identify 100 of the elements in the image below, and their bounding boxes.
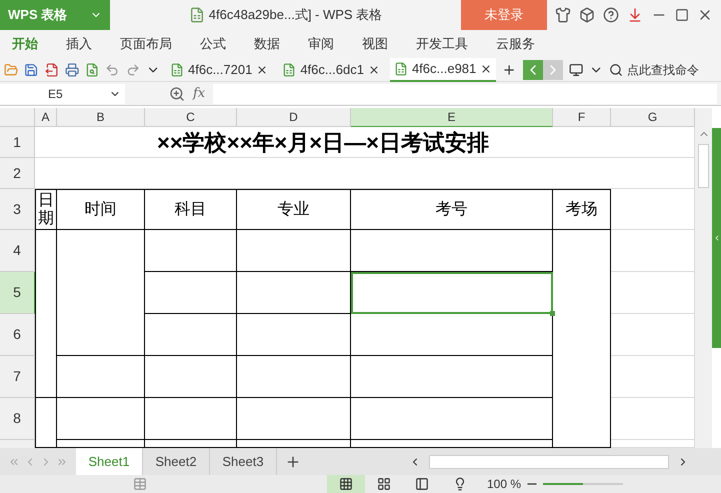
- maximize-icon[interactable]: [675, 8, 689, 22]
- table-cell[interactable]: [237, 398, 351, 440]
- download-icon[interactable]: [627, 7, 643, 23]
- zoom-level: 100 %: [487, 476, 522, 493]
- row-header[interactable]: 6: [0, 314, 35, 356]
- sheet-cell[interactable]: [611, 356, 695, 398]
- table-cell[interactable]: [57, 356, 145, 398]
- sheet-tab[interactable]: Sheet1: [76, 448, 143, 475]
- row-header[interactable]: 5: [0, 272, 35, 314]
- column-header[interactable]: B: [57, 108, 145, 127]
- table-header-cell: 时间: [57, 189, 145, 230]
- sheet-cell[interactable]: [611, 158, 695, 189]
- eye-protection-icon[interactable]: [453, 477, 467, 491]
- menu-tab[interactable]: 视图: [362, 34, 388, 54]
- table-cell[interactable]: [351, 398, 553, 440]
- column-header[interactable]: C: [145, 108, 237, 127]
- cube-icon[interactable]: [579, 7, 595, 23]
- scrollbar-thumb[interactable]: [429, 454, 669, 468]
- document-tab[interactable]: 4f6c...6dc1: [278, 58, 384, 82]
- scrollbar-thumb[interactable]: [698, 144, 709, 188]
- row-header[interactable]: 4: [0, 230, 35, 272]
- menu-tab[interactable]: 开始: [12, 34, 38, 54]
- menu-tab[interactable]: 页面布局: [120, 34, 172, 54]
- table-cell[interactable]: [237, 272, 351, 314]
- table-cell[interactable]: [145, 356, 237, 398]
- menu-tab[interactable]: 开发工具: [416, 34, 468, 54]
- spreadsheet-icon: [188, 7, 205, 23]
- document-tab[interactable]: 4f6c...7201: [166, 58, 272, 82]
- table-cell[interactable]: [351, 356, 553, 398]
- previous-button[interactable]: [522, 60, 543, 80]
- table-cell[interactable]: [145, 230, 237, 272]
- fx-label[interactable]: fx: [193, 84, 206, 104]
- table-cell[interactable]: [145, 314, 237, 356]
- row-header[interactable]: 1: [0, 127, 35, 158]
- table-cell[interactable]: [351, 230, 553, 272]
- table-cell[interactable]: [351, 314, 553, 356]
- sheet-cell[interactable]: [611, 189, 695, 230]
- sheet-cell[interactable]: [611, 440, 695, 448]
- close-icon[interactable]: [368, 64, 380, 76]
- menu-tab[interactable]: 云服务: [496, 34, 535, 54]
- table-cell[interactable]: [237, 356, 351, 398]
- freeze-icon[interactable]: [415, 477, 429, 491]
- formula-field[interactable]: [213, 84, 717, 104]
- table-cell[interactable]: [145, 272, 237, 314]
- table-cell[interactable]: [57, 440, 145, 448]
- column-header[interactable]: E: [351, 108, 553, 127]
- command-search-field[interactable]: 点此查找命令: [609, 60, 718, 78]
- column-header[interactable]: A: [35, 108, 57, 127]
- zoom-icon[interactable]: [169, 86, 185, 102]
- table-cell[interactable]: [237, 440, 351, 448]
- document-tab[interactable]: 4f6c...e981: [390, 58, 496, 82]
- vertical-scrollbar[interactable]: [695, 108, 712, 448]
- menu-tab[interactable]: 插入: [66, 34, 92, 54]
- menu-tab[interactable]: 审阅: [308, 34, 334, 54]
- undo-icon[interactable]: [105, 62, 120, 78]
- sheet-cell[interactable]: [611, 230, 695, 272]
- table-cell[interactable]: [237, 230, 351, 272]
- sheet-cell[interactable]: [611, 127, 695, 158]
- preview-icon[interactable]: [85, 62, 100, 78]
- add-sheet-icon[interactable]: [285, 454, 301, 470]
- table-header-cell: 日期: [35, 189, 57, 230]
- normal-view-icon[interactable]: [339, 477, 353, 491]
- table-cell[interactable]: [145, 440, 237, 448]
- table-cell[interactable]: [35, 230, 57, 398]
- selected-cell[interactable]: [351, 272, 553, 314]
- help-icon[interactable]: [603, 7, 619, 23]
- table-cell[interactable]: [351, 440, 553, 448]
- table-cell[interactable]: [57, 230, 145, 356]
- save-icon[interactable]: [24, 62, 38, 78]
- table-header-cell: 科目: [145, 189, 237, 230]
- close-icon[interactable]: [256, 64, 268, 76]
- sheet-cell[interactable]: [611, 314, 695, 356]
- menu-tab[interactable]: 公式: [200, 34, 226, 54]
- print-icon[interactable]: [64, 62, 79, 78]
- row-header[interactable]: 2: [0, 158, 35, 189]
- table-cell[interactable]: [553, 230, 611, 448]
- skin-icon[interactable]: [555, 7, 571, 23]
- table-header-cell: 考场: [553, 189, 611, 230]
- next-button[interactable]: [542, 60, 563, 80]
- column-header[interactable]: F: [553, 108, 611, 127]
- table-cell[interactable]: [35, 398, 57, 448]
- row-header[interactable]: 8: [0, 398, 35, 440]
- monitor-icon[interactable]: [568, 62, 583, 78]
- sheet-cell[interactable]: [611, 272, 695, 314]
- column-header[interactable]: G: [611, 108, 695, 127]
- table-header-cell: 专业: [237, 189, 351, 230]
- redo-icon[interactable]: [126, 62, 140, 78]
- page-break-view-icon[interactable]: [377, 477, 391, 491]
- row-header[interactable]: 7: [0, 356, 35, 398]
- column-header[interactable]: D: [237, 108, 351, 127]
- row-header[interactable]: 3: [0, 189, 35, 230]
- side-panel-toggle[interactable]: [712, 128, 721, 348]
- menu-tab[interactable]: 数据: [254, 34, 280, 54]
- table-cell[interactable]: [57, 398, 145, 440]
- name-box[interactable]: E5: [0, 84, 125, 104]
- table-cell[interactable]: [145, 398, 237, 440]
- close-icon[interactable]: [480, 62, 492, 74]
- sheet-cell[interactable]: [611, 398, 695, 440]
- export-icon[interactable]: [44, 62, 59, 78]
- table-cell[interactable]: [237, 314, 351, 356]
